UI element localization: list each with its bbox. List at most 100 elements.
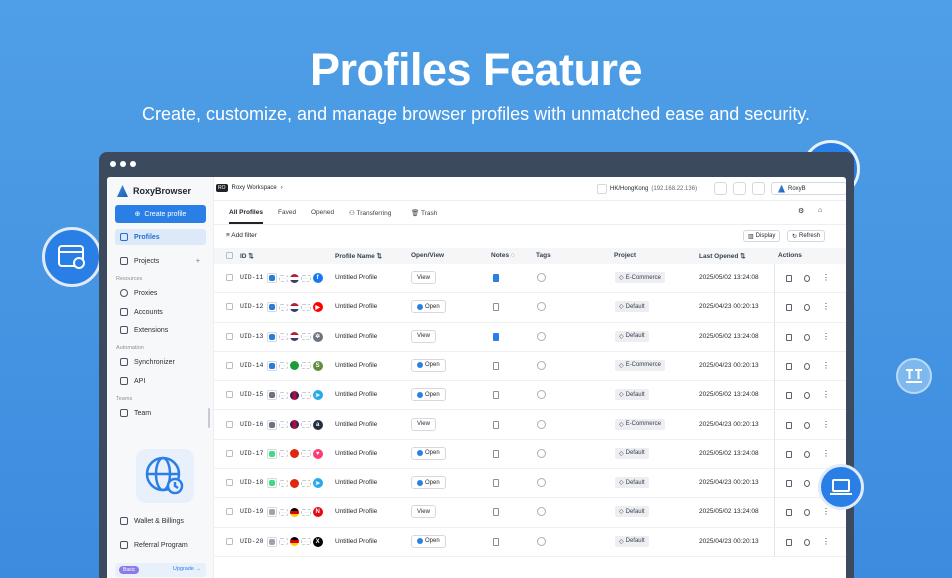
profile-name[interactable]: Untitled Profile — [335, 362, 377, 369]
table-row[interactable]: UID-17 ···· ···· ♥ Untitled Profile Open… — [214, 439, 846, 470]
tab-transferring[interactable]: ⚇ Transferring — [349, 209, 391, 217]
user-icon[interactable] — [804, 538, 810, 546]
tag-icon[interactable] — [537, 360, 546, 370]
row-checkbox[interactable] — [226, 537, 233, 545]
more-icon[interactable]: ⋮ — [822, 332, 830, 341]
row-checkbox[interactable] — [226, 420, 233, 428]
table-row[interactable]: UID-12 ···· ···· ▶ Untitled Profile Open… — [214, 293, 846, 323]
profile-name[interactable]: Untitled Profile — [335, 303, 377, 310]
table-row[interactable]: UID-19 ···· ···· N Untitled Profile View… — [214, 498, 846, 528]
more-icon[interactable]: ⋮ — [822, 420, 830, 429]
tag-icon[interactable] — [537, 478, 546, 488]
refresh-icon[interactable] — [714, 182, 727, 195]
sidebar-item-profiles[interactable]: Profiles — [115, 229, 206, 245]
tag-icon[interactable] — [537, 273, 546, 282]
user-icon[interactable] — [804, 450, 810, 458]
user-icon[interactable] — [804, 275, 810, 282]
table-row[interactable]: UID-18 ···· ···· ➤ Untitled Profile Open… — [214, 469, 846, 499]
more-icon[interactable]: ⋮ — [822, 390, 830, 399]
profile-name[interactable]: Untitled Profile — [335, 333, 377, 340]
user-icon[interactable] — [804, 362, 810, 370]
bookmark-icon[interactable] — [786, 480, 792, 488]
tag-icon[interactable] — [537, 448, 546, 458]
bookmark-icon[interactable] — [786, 421, 792, 429]
note-icon[interactable] — [493, 479, 499, 488]
col-profile-name[interactable]: Profile Name ⇅ — [335, 252, 382, 260]
note-icon[interactable] — [493, 303, 499, 312]
more-icon[interactable]: ⋮ — [822, 302, 830, 311]
tag-icon[interactable] — [537, 390, 546, 400]
row-checkbox[interactable] — [226, 274, 233, 281]
row-checkbox[interactable] — [226, 303, 233, 311]
user-icon[interactable] — [804, 421, 810, 429]
add-filter-button[interactable]: ≡ Add filter — [226, 232, 257, 239]
view-button[interactable]: View — [411, 271, 436, 284]
user-icon[interactable] — [804, 304, 810, 312]
view-button[interactable]: View — [411, 505, 436, 519]
more-icon[interactable]: ⋮ — [822, 273, 830, 282]
display-button[interactable]: ▥ Display — [743, 230, 781, 242]
settings-icon[interactable]: ⚙ — [798, 207, 809, 218]
sidebar-item-extensions[interactable]: Extensions — [115, 322, 206, 338]
row-checkbox[interactable] — [226, 361, 233, 369]
table-row[interactable]: UID-14 ···· ···· S Untitled Profile Open… — [214, 351, 846, 382]
tag-icon[interactable] — [537, 507, 546, 517]
select-all-checkbox[interactable] — [226, 252, 233, 259]
table-row[interactable]: UID-20 ···· ···· X Untitled Profile Open… — [214, 527, 846, 557]
more-icon[interactable]: ⋮ — [822, 507, 830, 516]
tag-icon[interactable] — [537, 536, 546, 546]
sidebar-item-proxies[interactable]: Proxies — [115, 285, 206, 301]
bookmark-icon[interactable] — [786, 304, 792, 312]
upgrade-link[interactable]: Upgrade → — [173, 566, 201, 572]
view-button[interactable]: View — [411, 417, 436, 431]
profile-name[interactable]: Untitled Profile — [335, 421, 377, 428]
create-profile-button[interactable]: ⊕ Create profile — [115, 205, 206, 223]
more-icon[interactable]: ⋮ — [822, 449, 830, 458]
mail-icon[interactable] — [733, 182, 746, 195]
tag-icon[interactable]: ⌂ — [818, 207, 829, 218]
sidebar-scrollbar[interactable] — [208, 408, 210, 428]
note-icon[interactable] — [493, 391, 499, 400]
row-checkbox[interactable] — [226, 391, 233, 399]
sidebar-item-accounts[interactable]: Accounts — [115, 304, 206, 320]
workspace-switcher[interactable]: RO Roxy Workspace › — [216, 184, 283, 192]
row-checkbox[interactable] — [226, 508, 233, 516]
view-button[interactable]: View — [411, 329, 436, 343]
open-button[interactable]: Open — [411, 446, 446, 460]
tag-icon[interactable] — [537, 419, 546, 429]
open-button[interactable]: Open — [411, 476, 446, 490]
bookmark-icon[interactable] — [786, 509, 792, 517]
proxy-location[interactable]: HK/HongKong (192.168.22.136) — [597, 182, 697, 195]
tag-icon[interactable] — [537, 302, 546, 312]
note-icon[interactable] — [493, 274, 499, 282]
sidebar-item-wallet[interactable]: Wallet & Billings — [115, 513, 206, 529]
more-icon[interactable]: ⋮ — [822, 537, 830, 546]
table-row[interactable]: UID-13 ···· ···· ✲ Untitled Profile View… — [214, 322, 846, 352]
note-icon[interactable] — [493, 332, 499, 341]
sidebar-item-projects[interactable]: Projects + — [115, 253, 206, 269]
profile-name[interactable]: Untitled Profile — [335, 508, 377, 515]
tag-icon[interactable] — [537, 331, 546, 341]
table-row[interactable]: UID-15 ···· ···· ➤ Untitled Profile Open… — [214, 381, 846, 411]
tab-trash[interactable]: 🗑 Trash — [411, 209, 437, 217]
note-icon[interactable] — [493, 449, 499, 458]
user-icon[interactable] — [804, 480, 810, 488]
bookmark-icon[interactable] — [786, 333, 792, 341]
row-checkbox[interactable] — [226, 449, 233, 457]
sidebar-item-api[interactable]: API — [115, 373, 206, 389]
sidebar-item-team[interactable]: Team — [115, 405, 206, 421]
bookmark-icon[interactable] — [786, 392, 792, 400]
col-notes[interactable]: Notes ◌ — [491, 252, 515, 259]
bookmark-icon[interactable] — [786, 450, 792, 458]
row-checkbox[interactable] — [226, 479, 233, 487]
lock-icon[interactable] — [752, 182, 765, 195]
row-checkbox[interactable] — [226, 332, 233, 340]
table-row[interactable]: UID-11 ···· ···· f Untitled Profile View… — [214, 264, 846, 294]
open-button[interactable]: Open — [411, 388, 446, 402]
tab-faved[interactable]: Faved — [278, 209, 296, 216]
table-row[interactable]: UID-16 ···· ···· a Untitled Profile View… — [214, 410, 846, 440]
note-icon[interactable] — [493, 508, 499, 517]
profile-name[interactable]: Untitled Profile — [335, 274, 377, 281]
profile-name[interactable]: Untitled Profile — [335, 391, 377, 398]
tab-opened[interactable]: Opened — [311, 209, 334, 216]
